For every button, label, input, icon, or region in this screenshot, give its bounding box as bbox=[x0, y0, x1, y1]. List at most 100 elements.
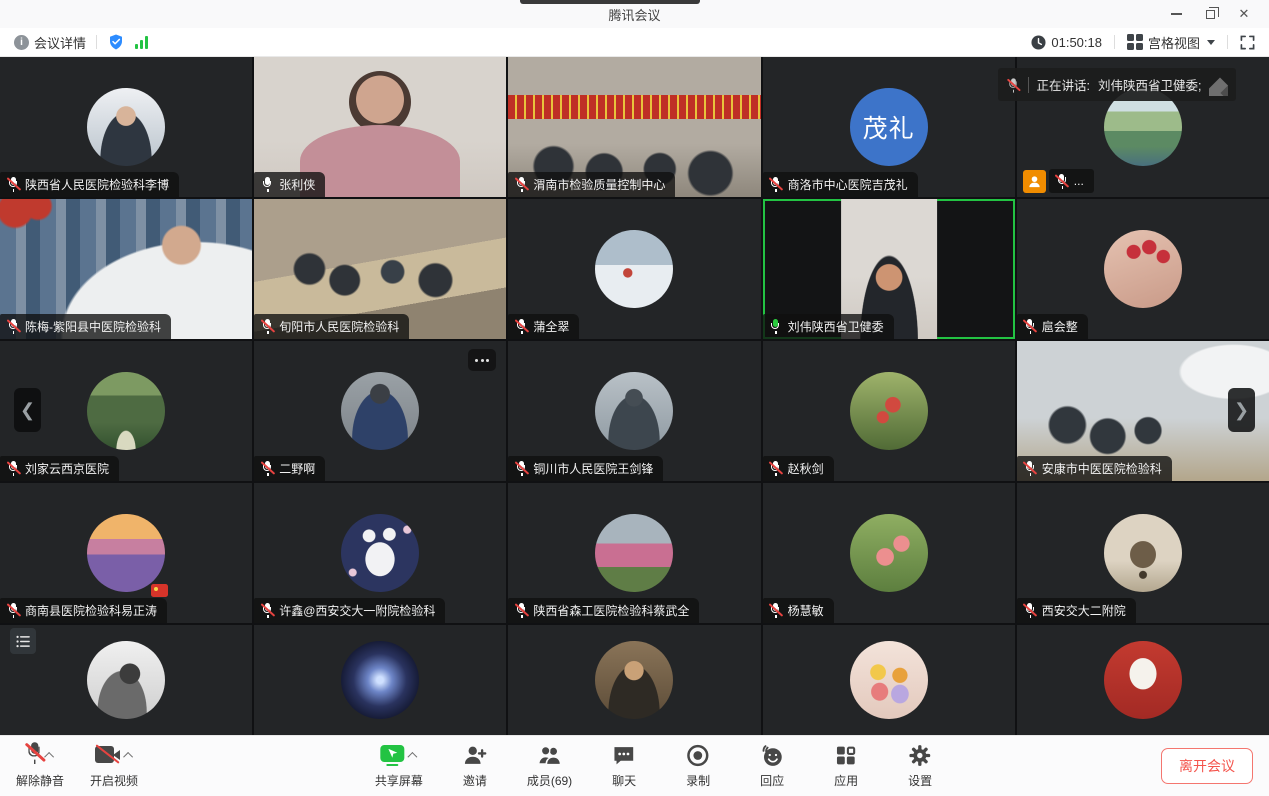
decorative-logo bbox=[1209, 74, 1228, 96]
mic-muted-icon bbox=[769, 603, 783, 619]
participant-list-toggle[interactable] bbox=[10, 628, 36, 654]
chevron-up-icon[interactable] bbox=[407, 752, 417, 762]
participant-tile[interactable]: 渭南市检验质量控制中心 bbox=[508, 57, 760, 197]
participant-tile[interactable]: 赵秋剑 bbox=[763, 341, 1015, 481]
mic-muted-icon bbox=[260, 461, 274, 477]
participant-tile[interactable]: 陕西省森工医院检验科蔡武全 bbox=[508, 483, 760, 623]
participant-tile[interactable]: 二野啊 bbox=[254, 341, 506, 481]
invite-button[interactable]: 邀请 bbox=[453, 743, 497, 789]
restore-button[interactable] bbox=[1193, 0, 1227, 28]
share-screen-button[interactable]: 共享屏幕 bbox=[375, 743, 423, 789]
participant-tile[interactable]: 张利侠 bbox=[254, 57, 506, 197]
next-page-arrow[interactable]: ❯ bbox=[1228, 388, 1255, 432]
mic-on-icon bbox=[260, 177, 274, 193]
participant-name: 旬阳市人民医院检验科 bbox=[279, 318, 399, 335]
clock-icon bbox=[1031, 35, 1046, 50]
participant-tile[interactable] bbox=[0, 625, 252, 735]
participant-name-label: 渭南市检验质量控制中心 bbox=[508, 172, 675, 197]
previous-page-arrow[interactable]: ❮ bbox=[14, 388, 41, 432]
participant-tile-active-speaker[interactable]: 刘伟陕西省卫健委 bbox=[763, 199, 1015, 339]
apps-button[interactable]: 应用 bbox=[824, 743, 868, 789]
participant-tile[interactable]: 西安交大二附院 bbox=[1017, 483, 1269, 623]
participant-name: 蒲全翠 bbox=[533, 318, 569, 335]
participant-name-label: 西安交大二附院 bbox=[1017, 598, 1136, 623]
participant-tile[interactable]: 蒲全翠 bbox=[508, 199, 760, 339]
avatar bbox=[87, 88, 165, 166]
participant-tile[interactable]: 陈梅-紫阳县中医院检验科 bbox=[0, 199, 252, 339]
mic-muted-icon bbox=[1055, 173, 1069, 189]
avatar bbox=[595, 514, 673, 592]
window-titlebar: 腾讯会议 ✕ bbox=[0, 0, 1269, 28]
participant-tile[interactable]: 陕西省人民医院检验科李博 bbox=[0, 57, 252, 197]
mic-muted-icon bbox=[6, 177, 20, 193]
minimize-button[interactable] bbox=[1159, 0, 1193, 28]
mic-muted-icon bbox=[6, 461, 20, 477]
participant-name: 安康市中医医院检验科 bbox=[1042, 460, 1162, 477]
tile-more-options-button[interactable] bbox=[468, 349, 496, 371]
avatar bbox=[341, 641, 419, 719]
avatar-initials: 茂礼 bbox=[863, 109, 915, 145]
mic-muted-icon bbox=[6, 319, 20, 335]
avatar bbox=[341, 372, 419, 450]
participant-name-label: ... bbox=[1023, 169, 1094, 193]
participant-name: 刘伟陕西省卫健委 bbox=[788, 318, 884, 335]
security-shield-icon[interactable] bbox=[107, 33, 125, 51]
camera-off-icon bbox=[95, 746, 120, 763]
chat-button[interactable]: 聊天 bbox=[602, 743, 646, 789]
duration-value: 01:50:18 bbox=[1051, 35, 1102, 50]
participant-tile[interactable] bbox=[254, 625, 506, 735]
network-signal-icon[interactable] bbox=[135, 36, 148, 49]
participant-tile[interactable] bbox=[1017, 625, 1269, 735]
view-mode-selector[interactable]: 宫格视图 bbox=[1127, 33, 1215, 52]
start-video-label: 开启视频 bbox=[90, 772, 138, 789]
start-video-button[interactable]: 开启视频 bbox=[90, 743, 138, 789]
participant-name: 陕西省森工医院检验科蔡武全 bbox=[533, 602, 689, 619]
meeting-details-button[interactable]: i 会议详情 bbox=[14, 33, 86, 52]
participant-name: 二野啊 bbox=[279, 460, 315, 477]
member-badge-icon bbox=[1023, 170, 1046, 193]
avatar bbox=[850, 641, 928, 719]
settings-button[interactable]: 设置 bbox=[898, 743, 942, 789]
participant-name-label: 刘伟陕西省卫健委 bbox=[763, 314, 894, 339]
mic-muted-icon bbox=[514, 603, 528, 619]
participant-tile[interactable]: 旬阳市人民医院检验科 bbox=[254, 199, 506, 339]
unmute-button[interactable]: 解除静音 bbox=[16, 743, 64, 789]
members-button[interactable]: 成员(69) bbox=[527, 743, 572, 789]
participant-tile[interactable]: 商南县医院检验科易正涛 bbox=[0, 483, 252, 623]
participant-tile[interactable]: 扈会整 bbox=[1017, 199, 1269, 339]
unmute-label: 解除静音 bbox=[16, 772, 64, 789]
participant-tile[interactable] bbox=[508, 625, 760, 735]
record-button[interactable]: 录制 bbox=[676, 743, 720, 789]
avatar: 茂礼 bbox=[850, 88, 928, 166]
leave-meeting-button[interactable]: 离开会议 bbox=[1161, 748, 1253, 784]
mic-muted-icon bbox=[1023, 603, 1037, 619]
participant-name-label: 许鑫@西安交大一附院检验科 bbox=[254, 598, 445, 623]
participant-name: 杨慧敏 bbox=[788, 602, 824, 619]
meeting-control-bar: 解除静音 开启视频 共享屏幕 邀请 成员(69) 聊天 bbox=[0, 735, 1269, 796]
close-button[interactable]: ✕ bbox=[1227, 0, 1261, 28]
reactions-button[interactable]: 回应 bbox=[750, 743, 794, 789]
chevron-up-icon[interactable] bbox=[123, 752, 133, 762]
fullscreen-icon[interactable] bbox=[1240, 35, 1255, 50]
participant-tile[interactable]: 杨慧敏 bbox=[763, 483, 1015, 623]
avatar bbox=[595, 230, 673, 308]
chat-icon bbox=[612, 743, 637, 768]
mic-muted-icon bbox=[1023, 319, 1037, 335]
speaking-speaker-name: 刘伟陕西省卫健委; bbox=[1098, 75, 1201, 94]
participant-name: 赵秋剑 bbox=[788, 460, 824, 477]
participant-name-label: 刘家云西京医院 bbox=[0, 456, 119, 481]
meeting-duration: 01:50:18 bbox=[1031, 35, 1102, 50]
participant-tile[interactable]: 许鑫@西安交大一附院检验科 bbox=[254, 483, 506, 623]
participant-tile[interactable]: 茂礼 商洛市中心医院吉茂礼 bbox=[763, 57, 1015, 197]
participant-tile[interactable]: 铜川市人民医院王剑锋 bbox=[508, 341, 760, 481]
participant-name: 张利侠 bbox=[279, 176, 315, 193]
avatar bbox=[341, 514, 419, 592]
mic-muted-icon bbox=[6, 603, 20, 619]
meeting-details-label: 会议详情 bbox=[34, 33, 86, 52]
avatar bbox=[87, 641, 165, 719]
participant-name-label: 赵秋剑 bbox=[763, 456, 834, 481]
avatar bbox=[850, 372, 928, 450]
view-mode-label: 宫格视图 bbox=[1148, 33, 1200, 52]
mic-muted-icon bbox=[769, 177, 783, 193]
participant-tile[interactable] bbox=[763, 625, 1015, 735]
